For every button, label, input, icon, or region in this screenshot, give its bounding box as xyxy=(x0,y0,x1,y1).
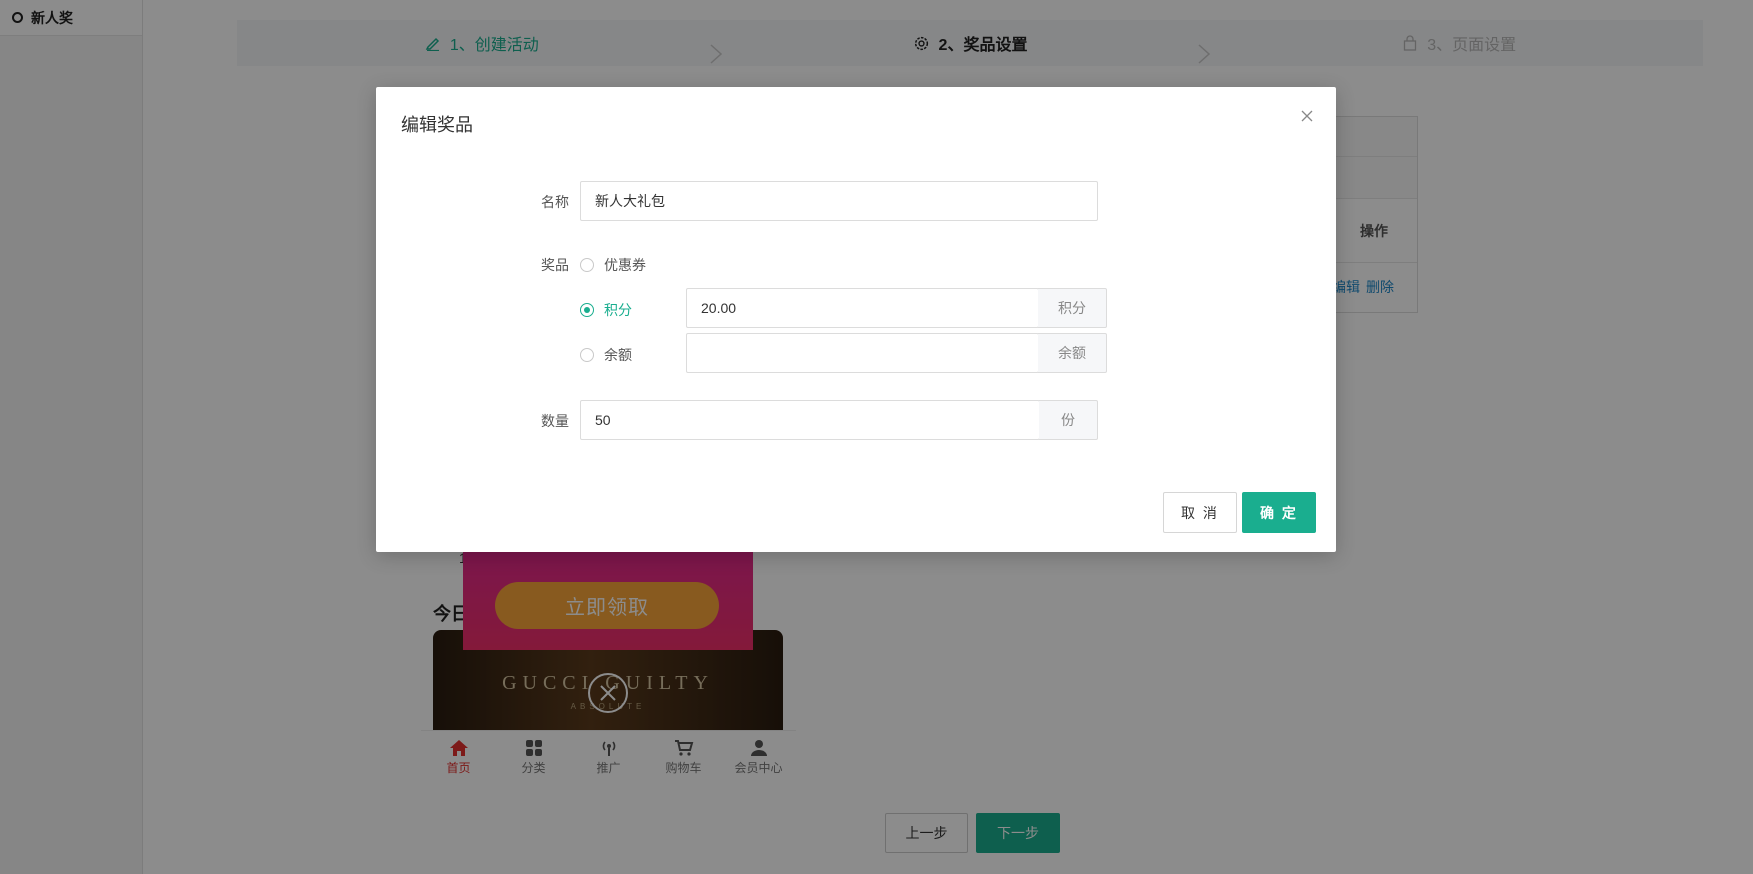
radio-button[interactable] xyxy=(580,303,594,317)
quantity-label: 数量 xyxy=(541,413,569,429)
edit-prize-dialog: 编辑奖品 名称 奖品 优惠券 积分 积分 余额 余额 数量 份 取 消 确 定 xyxy=(376,87,1336,552)
confirm-button[interactable]: 确 定 xyxy=(1242,492,1316,533)
radio-button[interactable] xyxy=(580,258,594,272)
radio-coupon[interactable]: 优惠券 xyxy=(580,255,646,275)
balance-unit: 余额 xyxy=(1038,333,1107,373)
radio-points[interactable]: 积分 xyxy=(580,300,632,320)
prize-name-input[interactable] xyxy=(580,181,1098,221)
radio-balance[interactable]: 余额 xyxy=(580,345,632,365)
name-label: 名称 xyxy=(541,194,569,210)
dialog-title: 编辑奖品 xyxy=(401,115,473,135)
cancel-button[interactable]: 取 消 xyxy=(1163,492,1237,533)
radio-button[interactable] xyxy=(580,348,594,362)
radio-label: 优惠券 xyxy=(604,257,646,273)
close-icon[interactable] xyxy=(1298,107,1316,125)
quantity-unit: 份 xyxy=(1039,400,1098,440)
points-unit: 积分 xyxy=(1038,288,1107,328)
points-input[interactable] xyxy=(686,288,1039,328)
balance-input[interactable] xyxy=(686,333,1039,373)
prize-label: 奖品 xyxy=(541,257,569,273)
quantity-input[interactable] xyxy=(580,400,1040,440)
radio-label: 余额 xyxy=(604,347,632,363)
radio-label: 积分 xyxy=(604,302,632,318)
